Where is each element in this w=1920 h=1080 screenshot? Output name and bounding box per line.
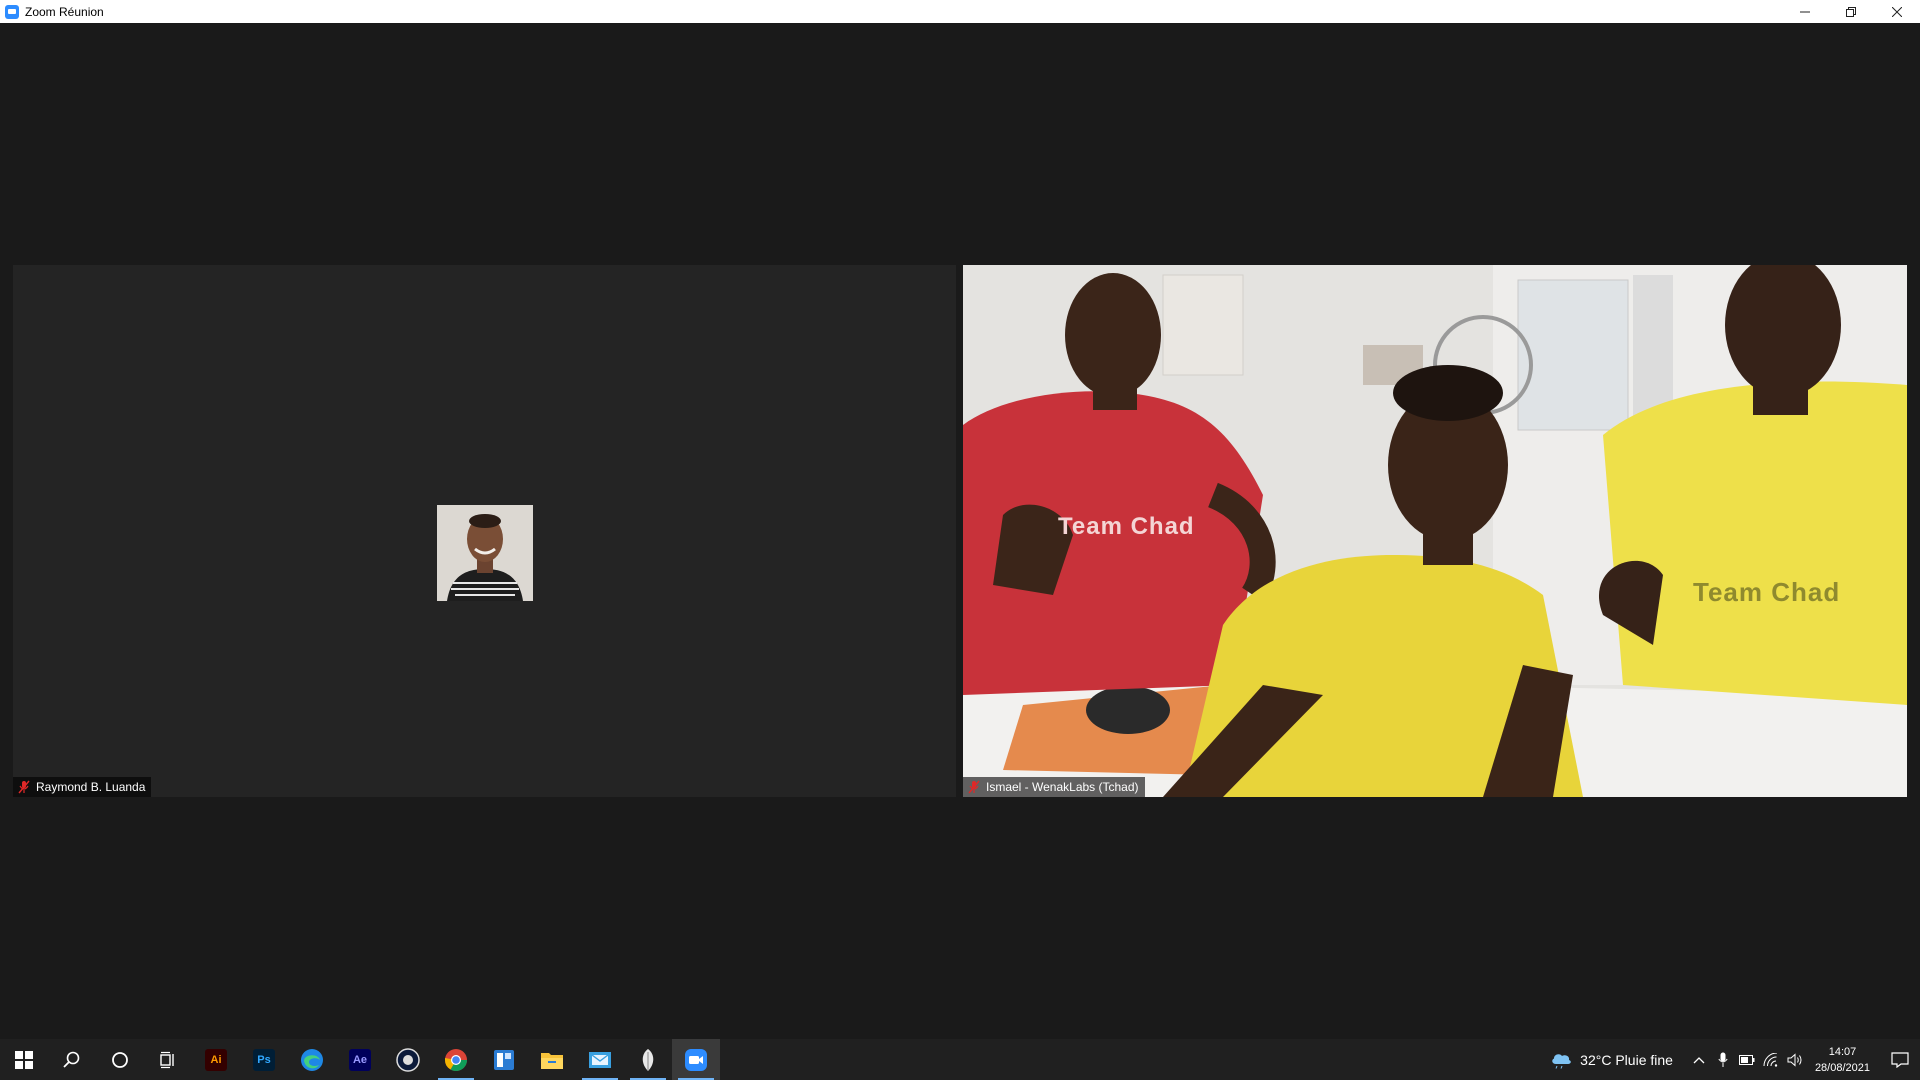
meeting-gallery: Raymond B. Luanda Team Chad Team Chad Is… bbox=[0, 23, 1920, 1039]
window-title: Zoom Réunion bbox=[25, 4, 104, 19]
search-button[interactable] bbox=[48, 1039, 96, 1080]
cinema4d-icon bbox=[396, 1047, 420, 1072]
taskbar-clock[interactable]: 14:07 28/08/2021 bbox=[1815, 1044, 1870, 1076]
feather-icon bbox=[642, 1048, 654, 1071]
shirt-print-text: Team Chad bbox=[1058, 513, 1195, 540]
clock-date: 28/08/2021 bbox=[1814, 1061, 1870, 1074]
mic-muted-icon bbox=[17, 780, 31, 794]
shirt-print-text: Team Chad bbox=[1693, 577, 1841, 607]
minimize-icon bbox=[1800, 11, 1810, 12]
taskbar-app-edge[interactable] bbox=[288, 1039, 336, 1080]
restore-button[interactable] bbox=[1828, 0, 1874, 23]
windows-icon bbox=[15, 1050, 33, 1069]
minimize-button[interactable] bbox=[1782, 0, 1828, 23]
show-hidden-icons-button[interactable] bbox=[1687, 1039, 1711, 1080]
restore-icon bbox=[1846, 6, 1856, 17]
zoom-app-icon bbox=[5, 4, 19, 19]
participant-name: Raymond B. Luanda bbox=[36, 780, 146, 794]
task-view-icon bbox=[160, 1051, 174, 1068]
chevron-up-icon bbox=[1693, 1056, 1705, 1063]
taskbar-app-zoom[interactable] bbox=[672, 1039, 720, 1080]
zoom-icon bbox=[685, 1048, 707, 1071]
illustrator-icon: Ai bbox=[205, 1048, 227, 1071]
windows-taskbar: Ai Ps Ae 32°C Pluie fine 14:07 28/08/202… bbox=[0, 1039, 1920, 1080]
participant-video-tile[interactable]: Team Chad Team Chad Ismael - WenakLabs (… bbox=[963, 265, 1907, 797]
weather-text: 32°C Pluie fine bbox=[1580, 1051, 1673, 1068]
photoshop-icon: Ps bbox=[253, 1048, 275, 1071]
participant-name: Ismael - WenakLabs (Tchad) bbox=[986, 780, 1139, 794]
chrome-icon bbox=[445, 1048, 467, 1071]
microphone-tray-button[interactable] bbox=[1711, 1039, 1735, 1080]
battery-icon bbox=[1738, 1054, 1755, 1065]
action-center-button[interactable] bbox=[1880, 1039, 1920, 1080]
microphone-icon bbox=[1718, 1052, 1728, 1067]
taskbar-app-feather[interactable] bbox=[624, 1039, 672, 1080]
taskbar-app-cinema4d[interactable] bbox=[384, 1039, 432, 1080]
taskbar-app-photoshop[interactable]: Ps bbox=[240, 1039, 288, 1080]
cortana-icon bbox=[112, 1051, 128, 1068]
wifi-icon bbox=[1763, 1052, 1778, 1067]
taskbar-app-file-explorer[interactable] bbox=[528, 1039, 576, 1080]
cloud-rain-icon bbox=[1552, 1053, 1571, 1069]
folder-icon bbox=[541, 1052, 563, 1069]
volume-tray-button[interactable] bbox=[1783, 1039, 1807, 1080]
notification-icon bbox=[1891, 1051, 1909, 1068]
participant-name-tag: Ismael - WenakLabs (Tchad) bbox=[963, 777, 1145, 797]
task-view-button[interactable] bbox=[144, 1039, 192, 1080]
clock-time: 14:07 bbox=[1828, 1045, 1857, 1058]
mic-muted-icon bbox=[967, 780, 981, 794]
volume-icon bbox=[1787, 1052, 1802, 1067]
participant-name-tag: Raymond B. Luanda bbox=[13, 777, 152, 797]
participant-tile[interactable]: Raymond B. Luanda bbox=[13, 265, 956, 797]
taskbar-app-window[interactable] bbox=[480, 1039, 528, 1080]
after-effects-icon: Ae bbox=[349, 1048, 371, 1071]
window-titlebar: Zoom Réunion bbox=[0, 0, 1920, 23]
close-button[interactable] bbox=[1874, 0, 1920, 23]
search-icon bbox=[63, 1051, 80, 1068]
battery-tray-button[interactable] bbox=[1735, 1039, 1759, 1080]
cortana-button[interactable] bbox=[96, 1039, 144, 1080]
close-icon bbox=[1892, 6, 1902, 17]
taskbar-app-mail[interactable] bbox=[576, 1039, 624, 1080]
avatar bbox=[437, 505, 533, 601]
taskbar-app-illustrator[interactable]: Ai bbox=[192, 1039, 240, 1080]
weather-widget[interactable]: 32°C Pluie fine bbox=[1550, 1051, 1673, 1069]
mail-icon bbox=[589, 1051, 611, 1068]
app-window-icon bbox=[494, 1049, 514, 1070]
start-button[interactable] bbox=[0, 1039, 48, 1080]
profile-photo bbox=[437, 505, 533, 601]
window-controls bbox=[1782, 0, 1920, 23]
system-tray: 32°C Pluie fine 14:07 28/08/2021 bbox=[1550, 1039, 1920, 1080]
taskbar-app-chrome[interactable] bbox=[432, 1039, 480, 1080]
taskbar-app-after-effects[interactable]: Ae bbox=[336, 1039, 384, 1080]
edge-icon bbox=[301, 1048, 323, 1071]
network-tray-button[interactable] bbox=[1759, 1039, 1783, 1080]
